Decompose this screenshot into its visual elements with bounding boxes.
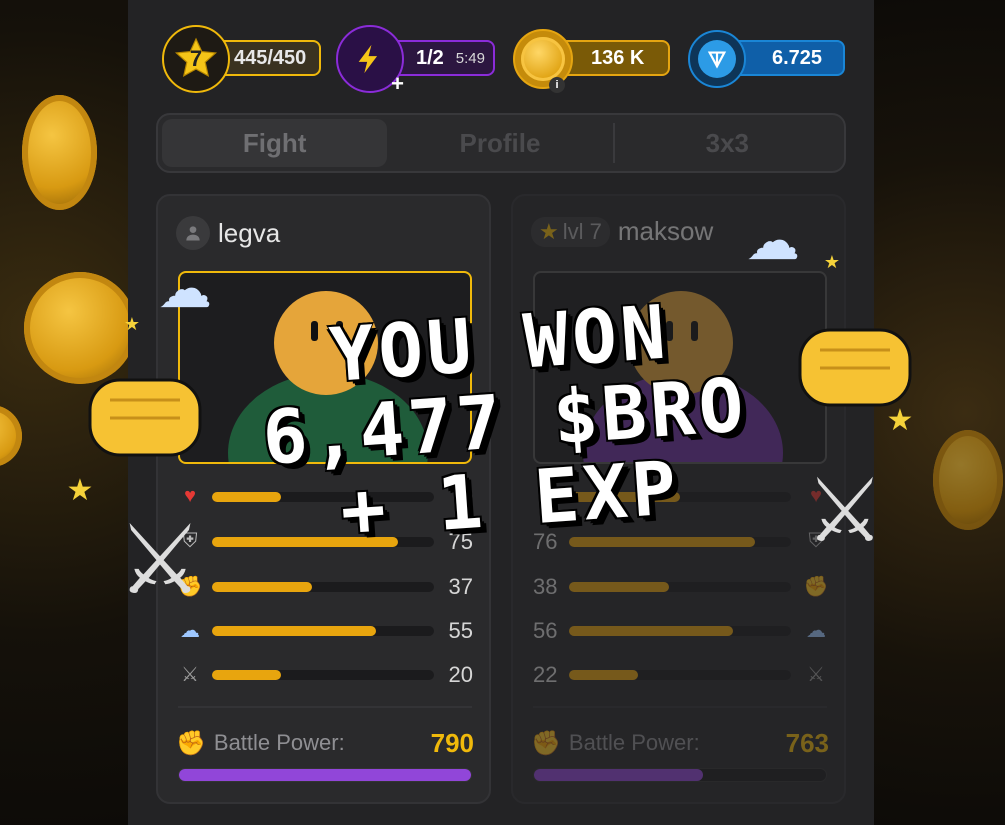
coins-indicator[interactable]: i 136 K — [513, 29, 670, 93]
coin-icon — [933, 430, 1003, 530]
divider — [178, 706, 472, 708]
battle-power-bar — [178, 768, 472, 782]
coins-value: 136 K — [591, 46, 645, 69]
stat-value: 38 — [533, 574, 558, 599]
stat-value: 22 — [533, 662, 558, 687]
divider — [533, 706, 827, 708]
battle-power-bar — [533, 768, 827, 782]
wind-icon: ☁ — [806, 619, 826, 642]
battle-power-value: 763 — [785, 727, 829, 758]
stat-bar — [212, 626, 434, 636]
ton-value: 6.725 — [772, 46, 823, 69]
exp-value: 445/450 — [234, 46, 307, 69]
stat-bar — [569, 670, 791, 680]
tab-profile[interactable]: Profile — [387, 119, 612, 167]
coin-icon: i — [513, 29, 573, 93]
stat-bar — [569, 626, 791, 636]
stat-value: 37 — [448, 574, 473, 599]
stat-value: 56 — [533, 618, 558, 643]
cloud-right-icon: ☁ — [746, 210, 800, 271]
stat-bar — [569, 537, 791, 547]
wind-icon: ☁ — [180, 619, 200, 642]
star-level-icon: 7 — [162, 25, 230, 93]
swords-icon: ⚔ — [181, 663, 199, 686]
info-icon[interactable]: i — [549, 77, 565, 93]
energy-indicator[interactable]: + 1/2 5:49 — [336, 25, 495, 96]
fist-icon: ✊ — [531, 729, 561, 757]
player-name: maksow — [617, 216, 714, 246]
victory-message: YOU WON 6,477 $BRO + 1 EXP — [188, 284, 823, 561]
battle-power-label: Battle Power: — [568, 730, 700, 755]
stat-row-attack: 38 ✊ — [533, 574, 828, 600]
stat-row-attack: ✊ 37 — [178, 574, 473, 600]
tab-3x3[interactable]: 3x3 — [615, 119, 840, 167]
user-icon — [176, 216, 210, 250]
sparkle-icon: ★ — [66, 473, 94, 507]
stat-row-speed: 56 ☁ — [533, 618, 828, 644]
battle-power-row: ✊ Battle Power: 790 — [176, 726, 474, 760]
plus-icon[interactable]: + — [391, 71, 404, 97]
coin-icon — [0, 405, 22, 467]
ton-balance-indicator[interactable]: 6.725 — [688, 30, 845, 88]
player-name-row: ★ lvl 7 maksow — [531, 216, 713, 247]
fist-icon: ✊ — [803, 575, 829, 598]
player-name-row: legva — [176, 216, 280, 250]
level-badge-text: lvl 7 — [562, 218, 602, 244]
mode-tabs: Fight Profile 3x3 — [156, 113, 846, 173]
sparkle-icon: ★ — [123, 313, 141, 334]
battle-power-value: 790 — [430, 727, 474, 758]
stat-bar — [212, 582, 434, 592]
stat-row-speed: ☁ 55 — [178, 618, 473, 644]
tab-fight[interactable]: Fight — [162, 119, 388, 167]
fist-icon: ✊ — [176, 729, 206, 757]
player-name: legva — [218, 217, 281, 248]
energy-timer: 5:49 — [455, 49, 485, 67]
sparkle-icon: ★ — [823, 251, 841, 272]
stat-bar — [212, 670, 434, 680]
sparkle-icon: ★ — [886, 403, 914, 437]
battle-power-label: Battle Power: — [213, 730, 345, 755]
lightning-icon: + — [336, 25, 404, 96]
stat-row-skill: ⚔ 20 — [178, 662, 473, 688]
level-exp-indicator[interactable]: 7 445/450 — [162, 25, 321, 93]
level-number: 7 — [189, 46, 203, 71]
battle-power-row: ✊ Battle Power: 763 — [531, 726, 829, 760]
ton-icon — [688, 30, 746, 88]
energy-value: 1/2 — [416, 46, 444, 69]
star-icon: ★ — [539, 218, 559, 244]
stat-value: 20 — [448, 662, 473, 687]
cloud-left-icon: ☁ — [158, 258, 212, 319]
swords-icon: ⚔ — [807, 663, 825, 686]
level-badge: ★ lvl 7 — [531, 216, 610, 247]
coin-icon — [22, 95, 97, 210]
stat-value: 55 — [448, 618, 473, 643]
stat-row-skill: 22 ⚔ — [533, 662, 828, 688]
stat-bar — [569, 582, 791, 592]
